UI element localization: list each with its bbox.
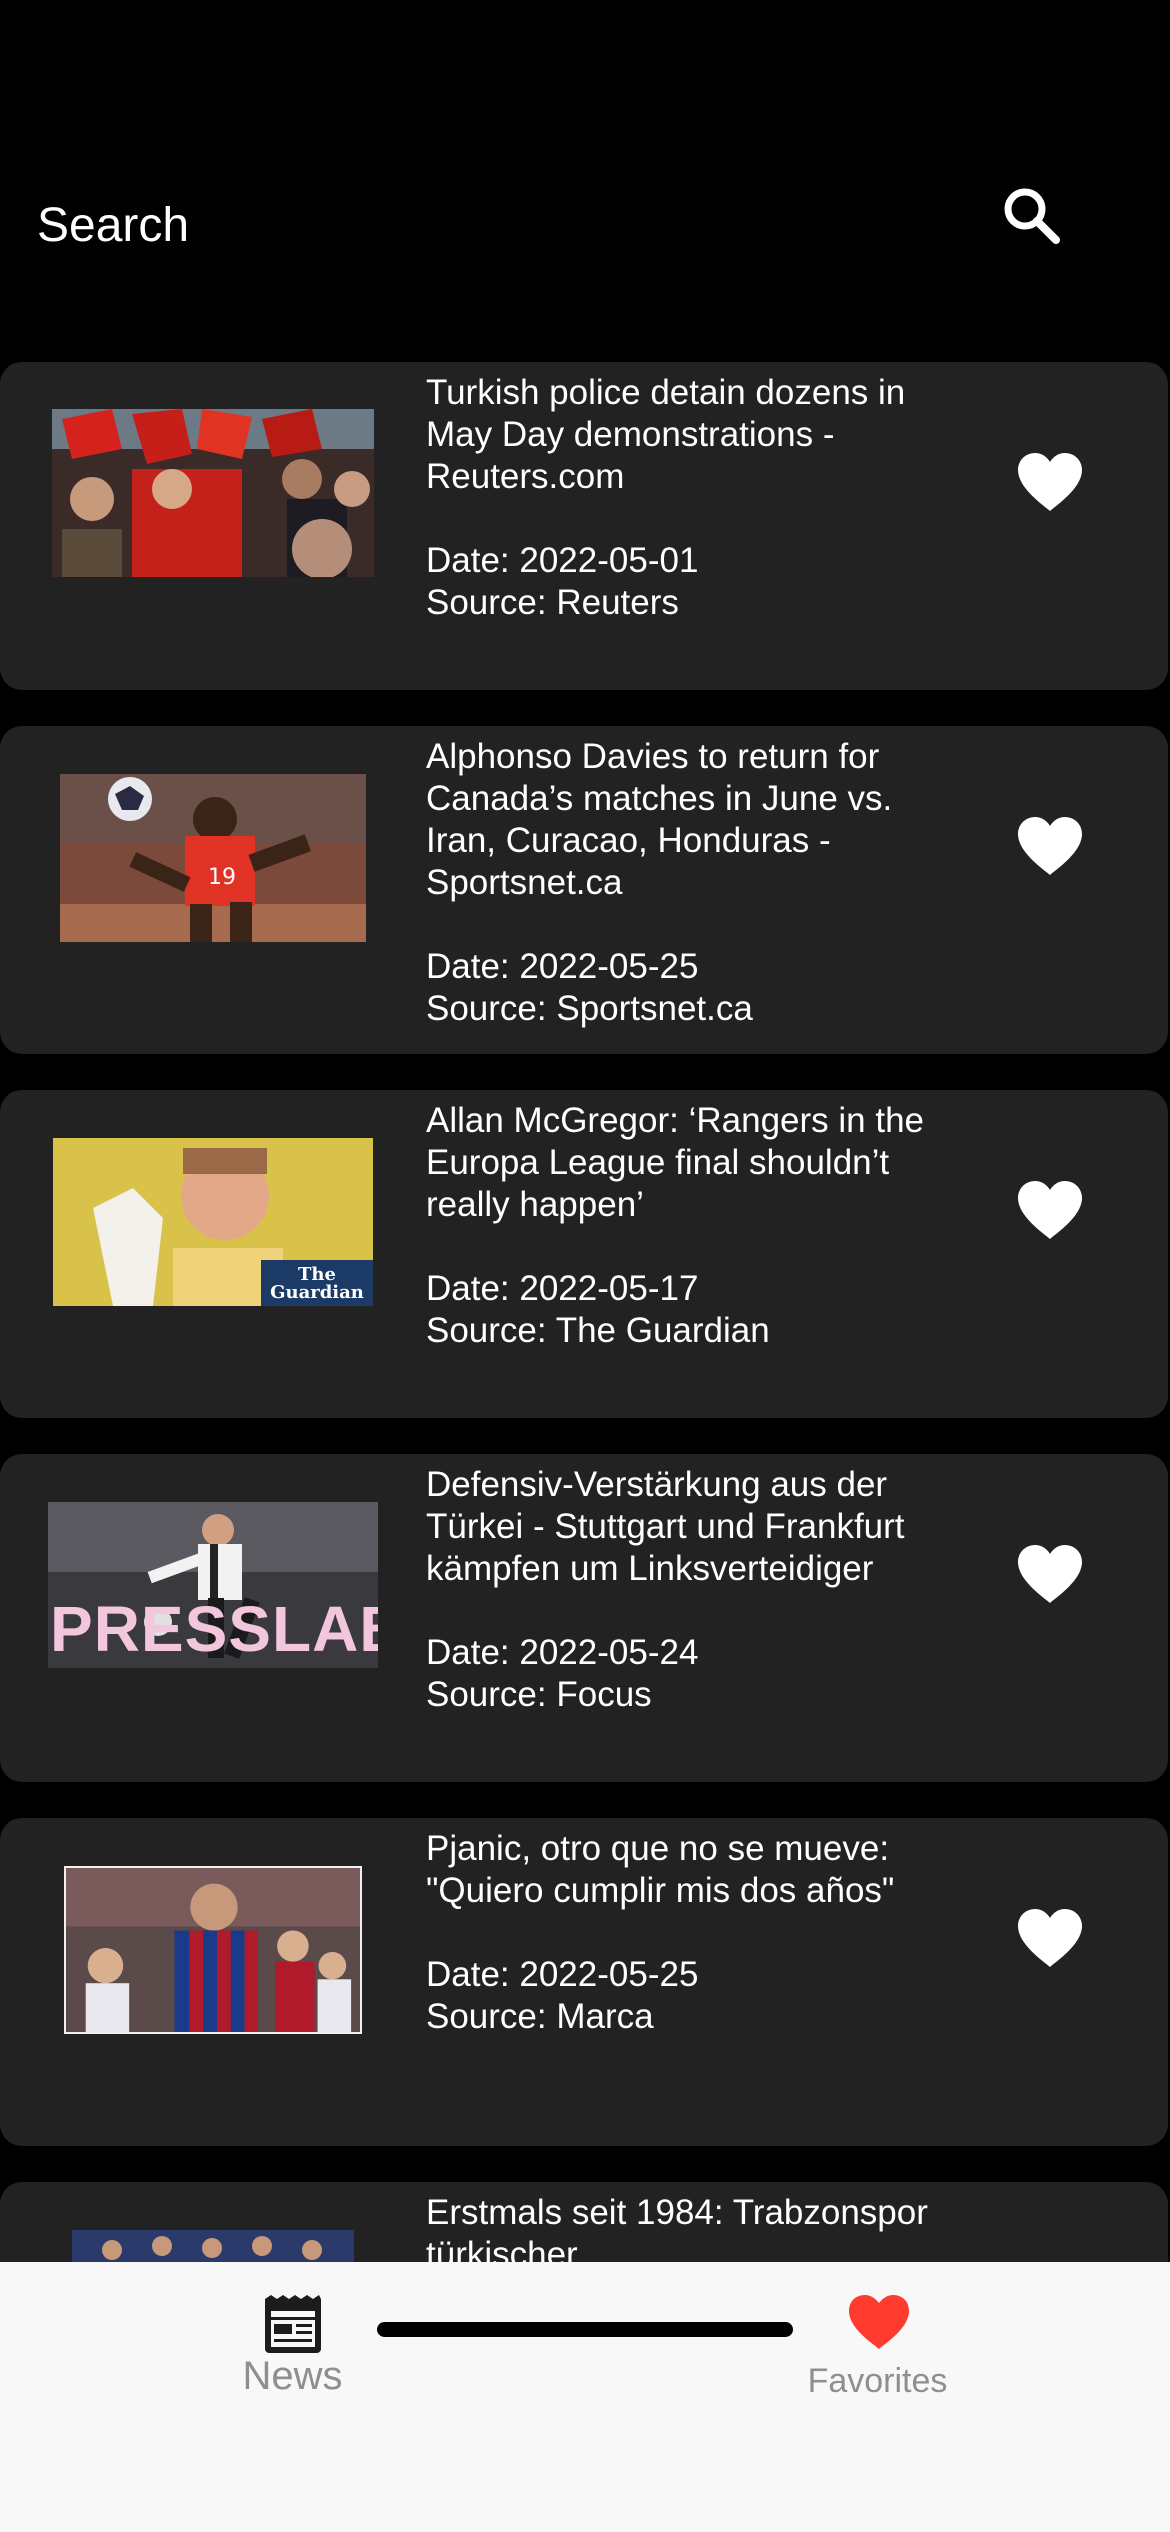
home-indicator — [377, 2322, 793, 2337]
tab-bar: News Favorites — [0, 2262, 1170, 2532]
newspaper-icon — [261, 2295, 325, 2353]
tab-favorites-label: Favorites — [807, 2362, 948, 2400]
article-title: Allan McGregor: ‘Rangers in the Europa L… — [426, 1101, 924, 1224]
article-title: Alphonso Davies to return for Canada’s m… — [426, 737, 893, 902]
page-title: Search — [37, 199, 190, 252]
favorite-heart-icon[interactable] — [1016, 1543, 1084, 1605]
tab-news-label: News — [242, 2354, 343, 2398]
article-date: Date: 2022-05-17 — [426, 1269, 699, 1308]
news-card[interactable]: Turkish police detain dozens in May Day … — [0, 362, 1168, 690]
screen: Search Turkish police detain dozens in M… — [0, 0, 1170, 2532]
article-source: Source: Reuters — [426, 583, 679, 622]
news-card[interactable]: 19 Alphonso Davies to return for Canada’… — [0, 726, 1168, 1054]
article-date: Date: 2022-05-25 — [426, 1955, 699, 1994]
news-card[interactable]: Pjanic, otro que no se mueve: "Quiero cu… — [0, 1818, 1168, 2146]
card-text: Allan McGregor: ‘Rangers in the Europa L… — [426, 1100, 946, 1352]
barcelona-player-photo — [64, 1866, 362, 2034]
article-title: Defensiv-Verstärkung aus der Türkei - St… — [426, 1465, 905, 1588]
article-source: Source: Sportsnet.ca — [426, 989, 753, 1028]
article-title: Turkish police detain dozens in May Day … — [426, 373, 906, 496]
card-text: Alphonso Davies to return for Canada’s m… — [426, 736, 946, 1030]
article-source: Source: Marca — [426, 1997, 654, 2036]
search-icon[interactable] — [996, 180, 1066, 250]
header: Search — [0, 0, 1170, 340]
tab-news[interactable]: News — [0, 2262, 585, 2432]
presslab-watermark: PRESSLAB — [50, 1593, 378, 1665]
favorite-heart-icon[interactable] — [1016, 1907, 1084, 1969]
article-date: Date: 2022-05-25 — [426, 947, 699, 986]
protest-crowd-photo — [52, 409, 374, 577]
card-text: Pjanic, otro que no se mueve: "Quiero cu… — [426, 1828, 946, 2038]
article-date: Date: 2022-05-01 — [426, 541, 699, 580]
article-source: Source: Focus — [426, 1675, 652, 1714]
heart-icon — [847, 2293, 911, 2351]
article-source: Source: The Guardian — [426, 1311, 770, 1350]
soccer-player-photo: 19 — [60, 774, 366, 942]
favorite-heart-icon[interactable] — [1016, 1179, 1084, 1241]
card-text: Turkish police detain dozens in May Day … — [426, 372, 946, 624]
guardian-logo: The Guardian — [270, 1264, 364, 1303]
article-date: Date: 2022-05-24 — [426, 1633, 699, 1672]
card-text: Defensiv-Verstärkung aus der Türkei - St… — [426, 1464, 946, 1716]
article-title: Pjanic, otro que no se mueve: "Quiero cu… — [426, 1829, 895, 1910]
news-card[interactable]: The Guardian Allan McGregor: ‘Rangers in… — [0, 1090, 1168, 1418]
favorite-heart-icon[interactable] — [1016, 451, 1084, 513]
tab-favorites[interactable]: Favorites — [585, 2262, 1170, 2432]
favorite-heart-icon[interactable] — [1016, 815, 1084, 877]
footballer-kicking-photo: PRESSLAB — [48, 1502, 378, 1668]
news-card[interactable]: PRESSLAB Defensiv-Verstärkung aus der Tü… — [0, 1454, 1168, 1782]
svg-text:19: 19 — [208, 865, 236, 890]
goalkeeper-photo: The Guardian — [53, 1138, 373, 1306]
